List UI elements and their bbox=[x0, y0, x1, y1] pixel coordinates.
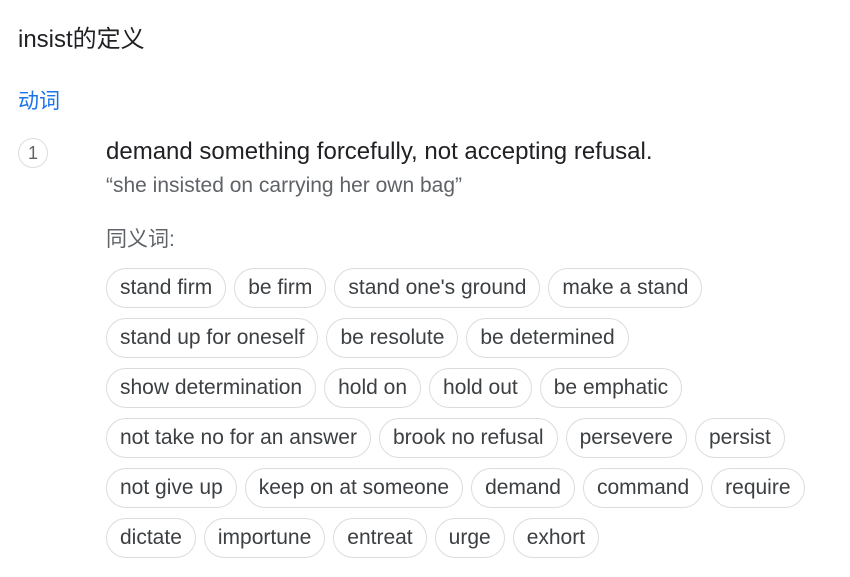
synonym-chip[interactable]: not give up bbox=[106, 468, 237, 508]
synonym-chip[interactable]: be determined bbox=[466, 318, 629, 358]
synonym-chip[interactable]: show determination bbox=[106, 368, 317, 408]
synonym-row: show determination hold on hold out be emph… bbox=[106, 368, 836, 418]
synonym-chip[interactable]: exhort bbox=[512, 518, 600, 558]
synonym-chip[interactable]: importune bbox=[203, 518, 326, 558]
synonym-chip[interactable]: stand up for oneself bbox=[106, 318, 319, 358]
synonym-chip[interactable]: be firm bbox=[234, 268, 327, 308]
synonym-chip[interactable]: be resolute bbox=[326, 318, 459, 358]
synonyms-label: 同义词: bbox=[106, 228, 175, 251]
synonym-row: dictate importune entreat urge exhort bbox=[106, 518, 836, 568]
sense-number-badge: 1 bbox=[18, 138, 48, 168]
part-of-speech-label: 动词 bbox=[18, 90, 60, 113]
synonym-chip[interactable]: require bbox=[711, 468, 805, 508]
synonym-chip[interactable]: not take no for an answer bbox=[106, 418, 371, 458]
definition-text: demand something forcefully, not accepti… bbox=[106, 138, 653, 165]
synonym-chip[interactable]: keep on at someone bbox=[244, 468, 464, 508]
synonym-chip[interactable]: hold out bbox=[429, 368, 532, 408]
synonym-chip-list: stand firm be firm stand one's ground make … bbox=[106, 268, 836, 568]
synonym-row: stand up for oneself be resolute be determ… bbox=[106, 318, 836, 368]
example-sentence: “she insisted on carrying her own bag” bbox=[106, 174, 463, 197]
synonym-chip[interactable]: demand bbox=[471, 468, 575, 508]
synonym-chip[interactable]: urge bbox=[434, 518, 505, 558]
synonym-chip[interactable]: make a stand bbox=[548, 268, 703, 308]
synonym-chip[interactable]: be emphatic bbox=[539, 368, 683, 408]
synonym-chip[interactable]: dictate bbox=[106, 518, 196, 558]
synonym-chip[interactable]: entreat bbox=[333, 518, 427, 558]
synonym-chip[interactable]: brook no refusal bbox=[378, 418, 558, 458]
synonym-chip[interactable]: persevere bbox=[565, 418, 687, 458]
page-title: insist的定义 bbox=[18, 26, 145, 53]
synonym-row: not give up keep on at someone demand comma… bbox=[106, 468, 836, 518]
synonym-row: stand firm be firm stand one's ground make … bbox=[106, 268, 836, 318]
synonym-chip[interactable]: stand firm bbox=[106, 268, 227, 308]
synonym-row: not take no for an answer brook no refusa… bbox=[106, 418, 836, 468]
synonym-chip[interactable]: command bbox=[582, 468, 704, 508]
synonym-chip[interactable]: persist bbox=[694, 418, 785, 458]
synonym-chip[interactable]: stand one's ground bbox=[334, 268, 541, 308]
synonym-chip[interactable]: hold on bbox=[324, 368, 422, 408]
